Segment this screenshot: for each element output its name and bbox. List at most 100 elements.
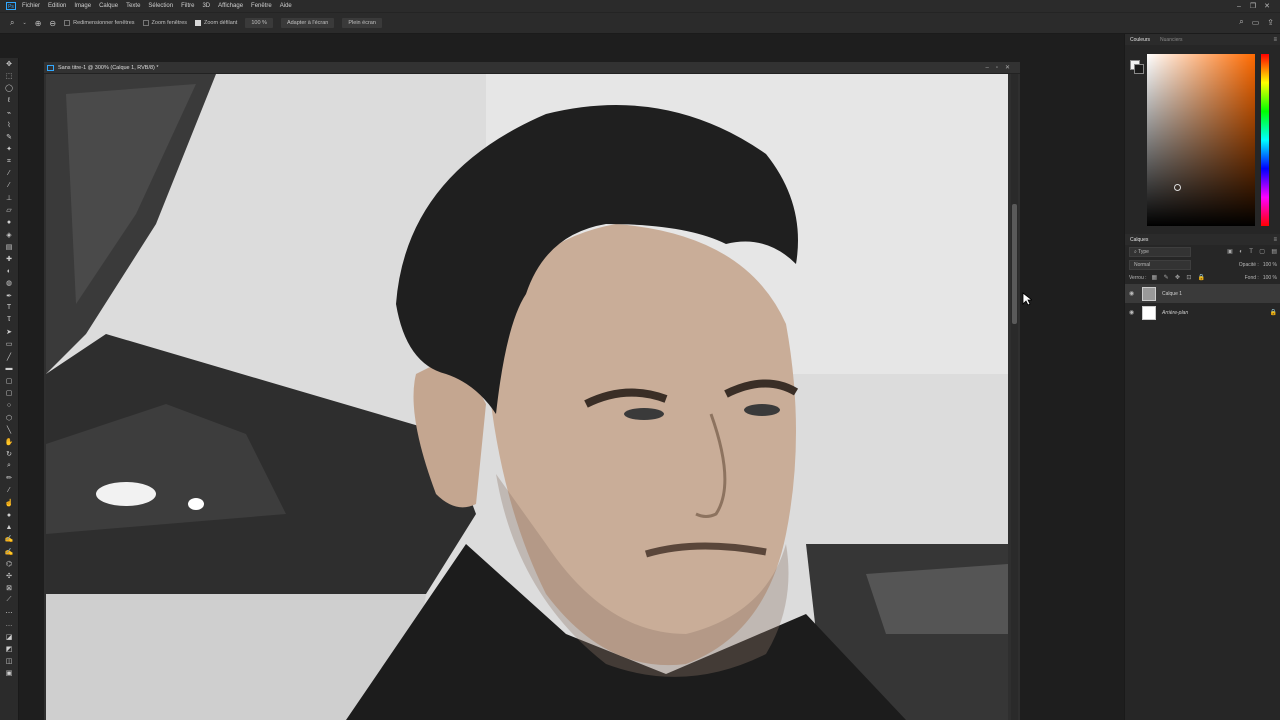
default-colors-icon[interactable]: ◪ [0, 631, 18, 643]
visibility-eye-icon[interactable]: ◉ [1129, 309, 1137, 316]
polygon-tool-icon[interactable]: ⬡ [0, 411, 18, 423]
quick-mask-icon[interactable]: ◫ [0, 655, 18, 667]
line-tool-icon[interactable]: ╲ [0, 424, 18, 436]
hue-slider[interactable] [1261, 54, 1269, 226]
filter-adjust-icon[interactable]: ◐ [1239, 249, 1243, 255]
lock-artboard-icon[interactable]: ⊡ [1186, 275, 1191, 281]
blur-tool-icon[interactable]: ● [0, 216, 18, 228]
burn-tool-icon[interactable]: ● [0, 509, 18, 521]
color-picker-field[interactable] [1147, 54, 1255, 226]
art-history-icon[interactable]: ✍ [0, 546, 18, 558]
zoom-tool-icon[interactable]: ⌕ [10, 18, 14, 28]
content-aware-icon[interactable]: ✣ [0, 570, 18, 582]
vertical-scrollbar[interactable] [1011, 74, 1018, 720]
frame-tool-icon[interactable]: ⊠ [0, 582, 18, 594]
smudge-icon[interactable]: ☝ [0, 497, 18, 509]
close-icon[interactable]: ✕ [1260, 2, 1274, 10]
lasso-tool-icon[interactable]: ℓ [0, 95, 18, 107]
doc-minimize-icon[interactable]: – [985, 65, 988, 71]
magnetic-lasso-icon[interactable]: ⌇ [0, 119, 18, 131]
menu-fenetre[interactable]: Fenêtre [251, 3, 272, 9]
tab-swatches[interactable]: Nuanciers [1155, 37, 1188, 43]
bucket-tool-icon[interactable]: ◈ [0, 229, 18, 241]
tab-layers[interactable]: Calques [1125, 237, 1153, 243]
shape-tool-icon[interactable]: ▭ [0, 338, 18, 350]
zoom-value-field[interactable]: 100 % [245, 18, 273, 28]
menu-texte[interactable]: Texte [126, 3, 140, 9]
path-select-icon[interactable]: ➤ [0, 326, 18, 338]
menu-fichier[interactable]: Fichier [22, 3, 40, 9]
lock-all-icon[interactable]: 🔒 [1198, 275, 1205, 281]
image-canvas[interactable] [46, 74, 1008, 720]
gradient-tool-icon[interactable]: ▤ [0, 241, 18, 253]
edit-toolbar-icon[interactable]: … [0, 619, 18, 631]
menu-selection[interactable]: Sélection [148, 3, 173, 9]
zoom-all-checkbox[interactable]: Zoom fenêtres [142, 20, 187, 26]
filter-type-icon[interactable]: T [1249, 249, 1253, 255]
zoom-in-icon[interactable]: ⊕ [35, 19, 42, 28]
lock-move-icon[interactable]: ✥ [1175, 275, 1180, 281]
slice-tool-icon[interactable]: ⟋ [0, 594, 18, 606]
fill-screen-button[interactable]: Plein écran [342, 18, 382, 28]
ellipse-tool-icon[interactable]: ○ [0, 399, 18, 411]
doc-maximize-icon[interactable]: ▫ [996, 65, 998, 71]
fill-value[interactable]: 100 % [1263, 275, 1277, 281]
fit-screen-button[interactable]: Adapter à l'écran [280, 18, 335, 28]
tool-preset-chevron-icon[interactable]: ⌄ [22, 20, 26, 26]
rounded-rect-icon[interactable]: ▢ [0, 387, 18, 399]
dodge-tool-icon[interactable]: ◐ [0, 265, 18, 277]
menu-3d[interactable]: 3D [202, 3, 210, 9]
magic-wand-icon[interactable]: ✦ [0, 143, 18, 155]
ellipse-marquee-icon[interactable]: ◯ [0, 82, 18, 94]
scrubby-zoom-checkbox[interactable]: Zoom défilant [195, 20, 237, 26]
polygon-lasso-icon[interactable]: ⌁ [0, 107, 18, 119]
more-tools-icon[interactable]: ⋯ [0, 606, 18, 618]
share-icon[interactable]: ⇪ [1267, 18, 1274, 27]
workspace-icon[interactable]: ▭ [1252, 18, 1260, 27]
scrollbar-thumb[interactable] [1012, 204, 1017, 324]
vertical-type-icon[interactable]: Ⲧ [0, 314, 18, 326]
patch-tool-icon[interactable]: ⌬ [0, 558, 18, 570]
eraser-icon[interactable]: ▱ [0, 204, 18, 216]
note-tool-icon[interactable]: ▬ [0, 363, 18, 375]
healing-brush-icon[interactable]: ✚ [0, 253, 18, 265]
panel-menu-icon[interactable]: ≡ [1273, 37, 1277, 43]
blend-mode-select[interactable]: Normal [1129, 259, 1191, 270]
opacity-value[interactable]: 100 % [1263, 262, 1277, 268]
zoom-out-icon[interactable]: ⊖ [49, 19, 56, 28]
screen-mode-icon[interactable]: ▣ [0, 667, 18, 679]
brush-tool-icon[interactable]: ⁄ [0, 180, 18, 192]
visibility-eye-icon[interactable]: ◉ [1129, 290, 1137, 297]
document-tab[interactable]: Sans titre-1 @ 300% (Calque 1, RVB/8) * [44, 62, 1020, 74]
crop-tool-icon[interactable]: ⌗ [0, 156, 18, 168]
filter-shape-icon[interactable]: ▢ [1259, 249, 1265, 255]
color-sampler-icon[interactable]: ⁄ [0, 485, 18, 497]
filter-pixel-icon[interactable]: ▣ [1227, 249, 1233, 255]
menu-calque[interactable]: Calque [99, 3, 118, 9]
menu-aide[interactable]: Aide [280, 3, 292, 9]
sponge-tool-icon[interactable]: ◍ [0, 277, 18, 289]
pencil-icon[interactable]: ✏ [0, 472, 18, 484]
hand-tool-icon[interactable]: ✋ [0, 436, 18, 448]
tab-color[interactable]: Couleurs [1125, 37, 1155, 43]
search-icon[interactable]: ⌕ [1239, 17, 1243, 27]
ruler-tool-icon[interactable]: ╱ [0, 351, 18, 363]
rotate-view-icon[interactable]: ↻ [0, 448, 18, 460]
lock-paint-icon[interactable]: ✎ [1164, 275, 1169, 281]
menu-edition[interactable]: Edition [48, 3, 66, 9]
zoom-tool-side-icon[interactable]: ⌕ [0, 460, 18, 472]
layers-menu-icon[interactable]: ≡ [1273, 237, 1277, 243]
menu-affichage[interactable]: Affichage [218, 3, 243, 9]
background-color-swatch[interactable] [1134, 64, 1144, 74]
rectangle-tool-icon[interactable]: ▢ [0, 375, 18, 387]
move-tool-icon[interactable]: ✥ [0, 58, 18, 70]
sharpen-tool-icon[interactable]: ▲ [0, 521, 18, 533]
layer-row-background[interactable]: ◉ Arrière-plan 🔒 [1125, 303, 1280, 322]
foreground-background-swatch[interactable]: ◩ [0, 643, 18, 655]
color-picker-handle[interactable] [1174, 184, 1181, 191]
menu-filtre[interactable]: Filtre [181, 3, 194, 9]
stamp-tool-icon[interactable]: ⊥ [0, 192, 18, 204]
pen-tool-icon[interactable]: ✒ [0, 290, 18, 302]
filter-smart-icon[interactable]: ▤ [1271, 249, 1277, 255]
maximize-icon[interactable]: ❐ [1246, 2, 1260, 10]
